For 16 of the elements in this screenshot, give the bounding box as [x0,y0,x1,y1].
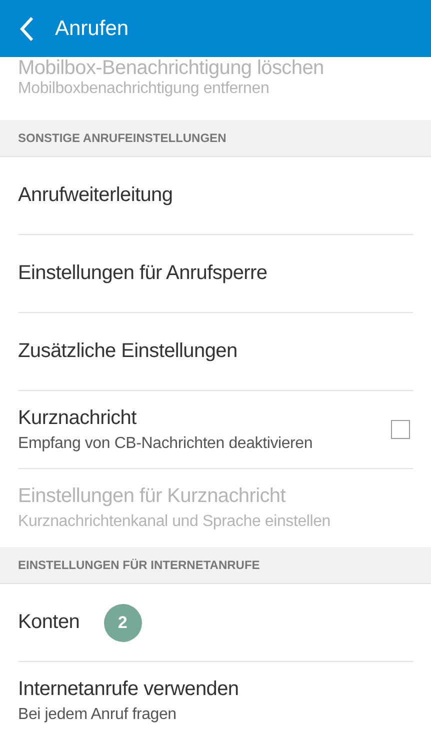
count-badge: 2 [104,604,142,642]
setting-title[interactable]: Zusätzliche Einstellungen [18,340,238,363]
setting-summary: Bei jedem Anruf fragen [18,706,178,724]
screen-title: Anrufen [55,16,129,40]
back-icon[interactable] [19,16,35,42]
setting-title[interactable]: Anrufweiterleitung [18,184,173,207]
section-header: EINSTELLUNGEN FÜR INTERNETANRUFE [0,547,431,584]
setting-title[interactable]: Internetanrufe verwenden [18,678,239,701]
setting-title[interactable]: Konten [18,611,80,634]
setting-summary: Empfang von CB-Nachrichten deaktivieren [18,434,314,452]
setting-summary: Mobilboxbenachrichtigung entfernen [18,80,270,98]
setting-summary: Kurznachrichtenkanal und Sprache einstellen [18,513,332,531]
section-header: SONSTIGE ANRUFEINSTELLUNGEN [0,120,431,157]
checkbox[interactable] [391,420,410,439]
setting-title[interactable]: Einstellungen für Anrufsperre [18,262,268,285]
setting-title[interactable]: Kurznachricht [18,406,136,430]
